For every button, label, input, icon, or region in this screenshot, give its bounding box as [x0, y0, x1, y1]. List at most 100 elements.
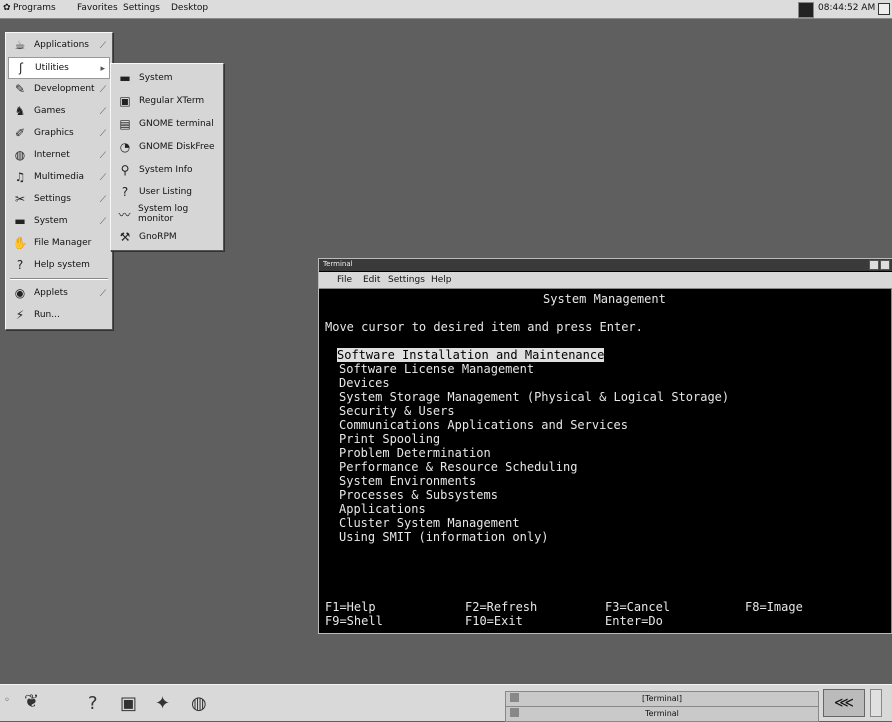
top-menubar: ✿ Programs Favorites Settings Desktop 08…	[0, 0, 892, 19]
panel-handle-icon[interactable]: ◦	[4, 695, 10, 706]
utilities-submenu: ▬ System ▣ Regular XTerm ▤ GNOME termina…	[110, 63, 224, 251]
smit-menu-item[interactable]: Print Spooling	[339, 432, 440, 446]
multimedia-icon: ♫	[14, 170, 26, 184]
taskbar-button[interactable]: [Terminal]	[505, 691, 819, 707]
submenu-arrow-icon: ⟋	[99, 129, 106, 139]
help-icon[interactable]: ?	[88, 693, 98, 714]
window-list-icon[interactable]	[878, 3, 890, 15]
smit-menu-item[interactable]: Problem Determination	[339, 446, 491, 460]
submenu-arrow-icon: ▸	[100, 64, 105, 74]
smit-menu-item[interactable]: Using SMIT (information only)	[339, 530, 549, 544]
gnorpm-icon: ⚒	[119, 230, 131, 244]
menu-item-internet[interactable]: ◍ Internet ⟋	[8, 145, 110, 165]
terminal-menu-help[interactable]: Help	[431, 275, 452, 285]
menu-programs[interactable]: Programs	[13, 3, 56, 13]
utilities-icon: ʃ	[18, 61, 24, 75]
submenu-item-system[interactable]: ▬ System	[113, 68, 221, 88]
menu-item-applets[interactable]: ◉ Applets ⟋	[8, 283, 110, 303]
submenu-item-gnorpm[interactable]: ⚒ GnoRPM	[113, 227, 221, 247]
submenu-item-gnome-diskfree[interactable]: ◔ GNOME DiskFree	[113, 137, 221, 157]
help-icon: ?	[16, 258, 24, 272]
smit-menu-item[interactable]: Performance & Resource Scheduling	[339, 460, 577, 474]
smit-menu-item[interactable]: System Storage Management (Physical & Lo…	[339, 390, 729, 404]
maximize-icon[interactable]	[880, 260, 890, 270]
smit-menu-item[interactable]: System Environments	[339, 474, 476, 488]
terminal-window[interactable]: Terminal File Edit Settings Help System …	[318, 258, 892, 634]
submenu-arrow-icon: ⟋	[99, 85, 106, 95]
submenu-arrow-icon: ⟋	[99, 41, 106, 51]
submenu-item-user-listing[interactable]: ? User Listing	[113, 182, 221, 202]
window-title: Terminal	[323, 260, 353, 268]
fish-applet-icon[interactable]: ⋘	[823, 689, 865, 717]
system-info-icon: ⚲	[120, 163, 130, 177]
file-manager-icon: ✋	[12, 236, 28, 250]
menu-item-system[interactable]: ▬ System ⟋	[8, 211, 110, 231]
settings-icon: ✂	[14, 192, 26, 206]
smit-menu-item[interactable]: Applications	[339, 502, 426, 516]
menu-item-file-manager[interactable]: ✋ File Manager	[8, 233, 110, 253]
fkey-exit: F10=Exit	[465, 614, 523, 628]
submenu-item-regular-xterm[interactable]: ▣ Regular XTerm	[113, 91, 221, 111]
system-icon: ▬	[119, 71, 131, 85]
terminal-titlebar[interactable]: Terminal	[319, 259, 892, 271]
menu-item-help-system[interactable]: ? Help system	[8, 255, 110, 275]
fkey-refresh: F2=Refresh	[465, 600, 538, 614]
submenu-arrow-icon: ⟋	[99, 289, 106, 299]
submenu-item-gnome-terminal[interactable]: ▤ GNOME terminal	[113, 114, 221, 134]
run-icon: ⚡	[15, 308, 25, 322]
smit-screen-title: System Management	[543, 292, 666, 306]
panel-hide-button[interactable]	[870, 689, 882, 717]
programs-menu: ☕ Applications ⟋ ʃ Utilities ▸ ✎ Develop…	[5, 32, 113, 330]
submenu-arrow-icon: ⟋	[99, 151, 106, 161]
gnome-foot-icon[interactable]: ❦	[24, 691, 39, 712]
menu-item-utilities[interactable]: ʃ Utilities ▸	[8, 57, 110, 79]
submenu-item-system-info[interactable]: ⚲ System Info	[113, 160, 221, 180]
submenu-arrow-icon: ⟋	[99, 173, 106, 183]
clock[interactable]: 08:44:52 AM	[818, 3, 875, 13]
smit-menu-item[interactable]: Communications Applications and Services	[339, 418, 628, 432]
terminal-menu-settings[interactable]: Settings	[388, 275, 425, 285]
menu-settings[interactable]: Settings	[123, 3, 160, 13]
user-listing-icon: ?	[121, 185, 129, 199]
menu-item-applications[interactable]: ☕ Applications ⟋	[8, 35, 110, 55]
smit-prompt: Move cursor to desired item and press En…	[325, 320, 643, 334]
submenu-arrow-icon: ⟋	[99, 195, 106, 205]
graphics-icon: ✐	[14, 126, 26, 140]
gnome-foot-icon[interactable]: ✿	[3, 3, 11, 13]
internet-icon: ◍	[14, 148, 26, 162]
terminal-menu-edit[interactable]: Edit	[363, 275, 380, 285]
menu-item-settings[interactable]: ✂ Settings ⟋	[8, 189, 110, 209]
gnome-terminal-icon: ▤	[119, 117, 131, 131]
smit-menu-item[interactable]: Cluster System Management	[339, 516, 520, 530]
smit-menu-item[interactable]: Security & Users	[339, 404, 455, 418]
applets-icon: ◉	[14, 286, 26, 300]
menu-item-run[interactable]: ⚡ Run...	[8, 305, 110, 325]
system-icon: ▬	[14, 214, 26, 228]
development-icon: ✎	[14, 82, 26, 96]
applications-icon: ☕	[14, 38, 26, 52]
menu-item-multimedia[interactable]: ♫ Multimedia ⟋	[8, 167, 110, 187]
submenu-item-system-log-monitor[interactable]: 〰 System log monitor	[113, 204, 221, 224]
menu-item-games[interactable]: ♞ Games ⟋	[8, 101, 110, 121]
monitor-icon[interactable]	[798, 2, 814, 18]
diskfree-icon: ◔	[119, 140, 131, 154]
terminal-launcher-icon[interactable]: ▣	[120, 693, 137, 714]
minimize-icon[interactable]	[869, 260, 879, 270]
fkey-enter-do: Enter=Do	[605, 614, 663, 628]
xterm-icon: ▣	[119, 94, 131, 108]
smit-menu-item[interactable]: Software License Management	[339, 362, 534, 376]
terminal-menu-file[interactable]: File	[337, 275, 352, 285]
package-icon[interactable]: ✦	[155, 693, 170, 714]
terminal-menubar: File Edit Settings Help	[319, 272, 892, 289]
fkey-image: F8=Image	[745, 600, 803, 614]
games-icon: ♞	[14, 104, 26, 118]
smit-menu-item[interactable]: Software Installation and Maintenance	[337, 348, 605, 362]
menu-item-graphics[interactable]: ✐ Graphics ⟋	[8, 123, 110, 143]
menu-favorites[interactable]: Favorites	[77, 3, 118, 13]
web-browser-icon[interactable]: ◍	[191, 693, 207, 714]
menu-separator	[10, 278, 108, 280]
menu-desktop[interactable]: Desktop	[171, 3, 208, 13]
smit-menu-item[interactable]: Processes & Subsystems	[339, 488, 498, 502]
smit-menu-item[interactable]: Devices	[339, 376, 390, 390]
menu-item-development[interactable]: ✎ Development ⟋	[8, 79, 110, 99]
